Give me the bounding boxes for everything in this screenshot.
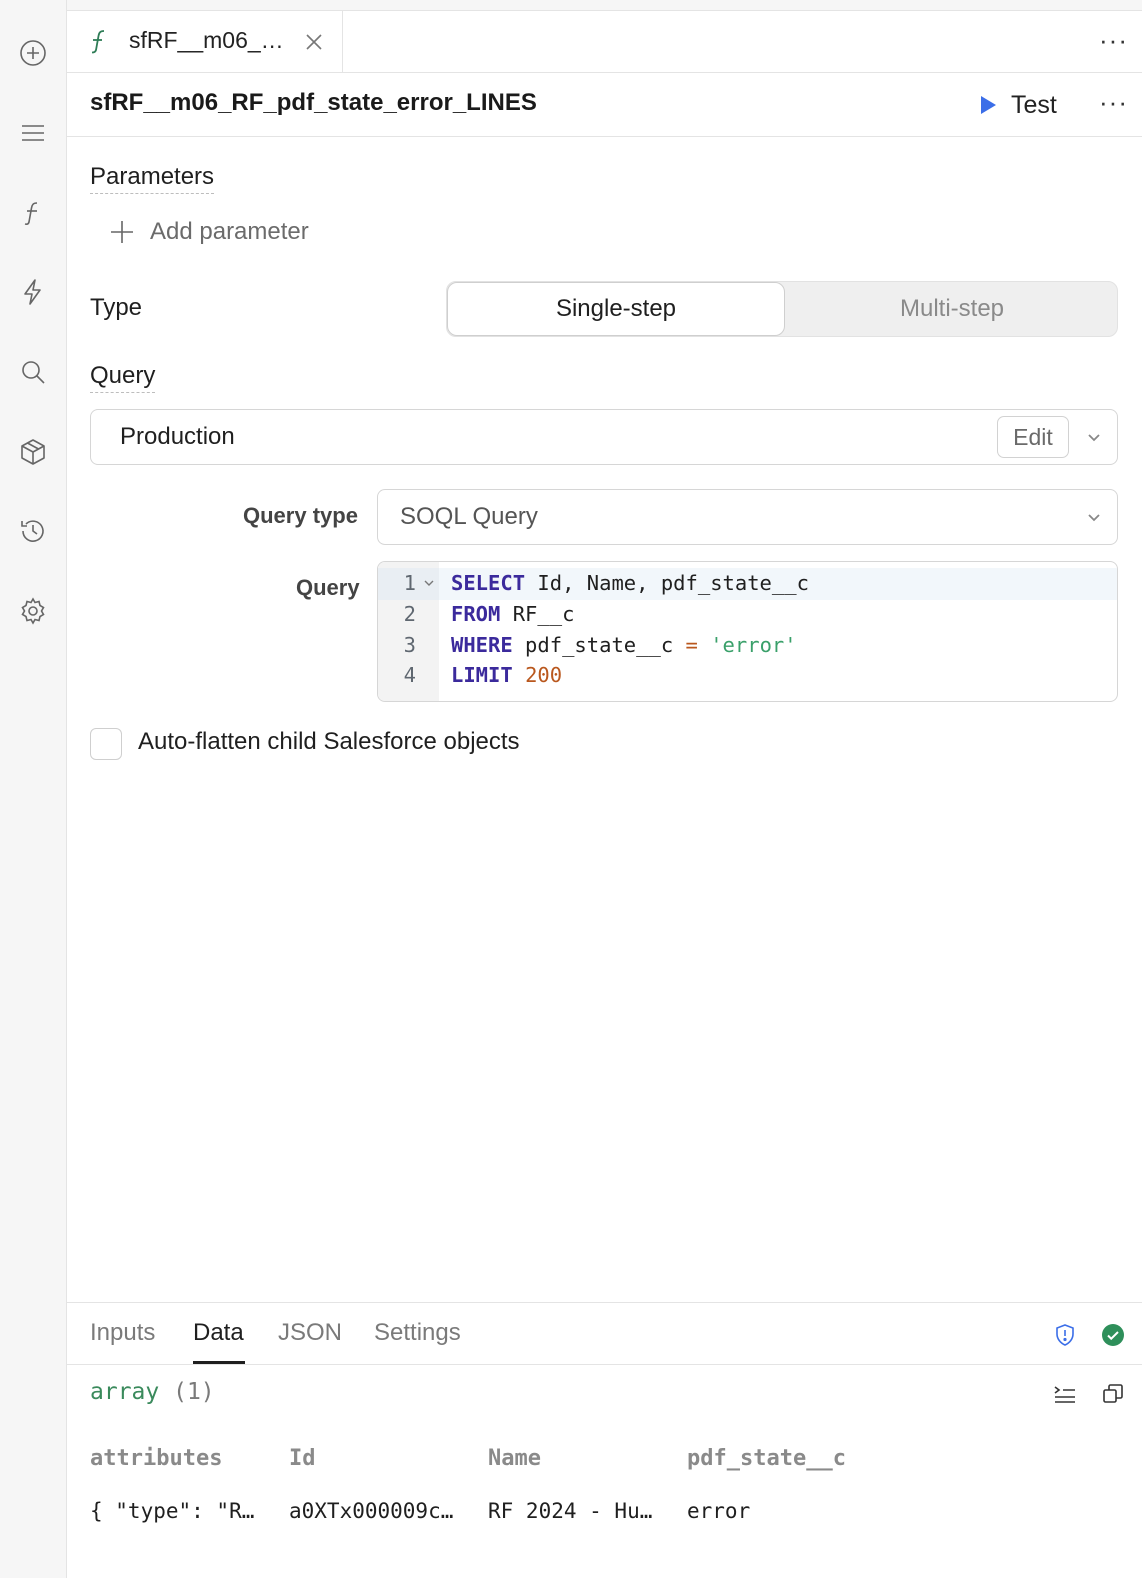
- table-cell: error: [687, 1499, 751, 1523]
- array-type: array: [90, 1379, 160, 1405]
- menu-icon[interactable]: [8, 108, 58, 158]
- query-editor-label: Query: [296, 575, 360, 600]
- edit-resource-button[interactable]: Edit: [997, 416, 1069, 458]
- page-title: sfRF__m06_RF_pdf_state_error_LINES: [90, 89, 537, 116]
- code-text: RF__c: [500, 602, 575, 626]
- code-text: Id, Name, pdf_state__c: [525, 571, 809, 595]
- code-line: LIMIT 200: [451, 663, 562, 687]
- parameters-label: Parameters: [90, 163, 215, 194]
- code-keyword: LIMIT: [451, 663, 513, 687]
- settings-icon[interactable]: [8, 586, 58, 636]
- code-number: 200: [525, 663, 563, 687]
- code-keyword: WHERE: [451, 633, 513, 657]
- type-option-multi-step[interactable]: Multi-step: [785, 282, 1119, 336]
- code-line: WHERE pdf_state__c = 'error': [451, 633, 797, 657]
- tab-inputs[interactable]: Inputs: [90, 1319, 155, 1347]
- code-line: FROM RF__c: [451, 602, 574, 626]
- close-icon[interactable]: [303, 31, 325, 53]
- shield-alert-icon[interactable]: [1053, 1323, 1077, 1347]
- query-type-select[interactable]: SOQL Query: [377, 489, 1118, 545]
- add-icon[interactable]: [8, 28, 58, 78]
- tab-label: sfRF__m06_…: [129, 27, 284, 53]
- code-text: pdf_state__c: [512, 633, 686, 657]
- query-editor[interactable]: 1 2 3 4 SELECT Id, Name, pdf_state__c FR…: [377, 561, 1118, 702]
- line-number: 2: [403, 602, 416, 626]
- query-label: Query: [90, 362, 156, 393]
- active-tab-underline: [193, 1361, 245, 1364]
- tab-json[interactable]: JSON: [278, 1319, 342, 1347]
- resource-name: Production: [120, 423, 235, 450]
- play-icon: [981, 96, 996, 114]
- header: sfRF__m06_RF_pdf_state_error_LINES Test …: [67, 73, 1142, 137]
- function-icon: [91, 30, 105, 54]
- expand-lines-icon[interactable]: [1052, 1381, 1078, 1407]
- column-header: attributes: [90, 1446, 223, 1471]
- column-header: Name: [488, 1446, 541, 1471]
- code-keyword: SELECT: [451, 571, 526, 595]
- chevron-down-icon[interactable]: [1084, 427, 1104, 447]
- results-panel: Inputs Data JSON Settings array (1) attr…: [67, 1302, 1142, 1578]
- code-string: 'error': [710, 633, 797, 657]
- window-top-strip: [67, 0, 1142, 11]
- more-icon[interactable]: ···: [1099, 87, 1128, 118]
- add-parameter-label: Add parameter: [150, 218, 309, 245]
- chevron-down-icon: [1088, 514, 1100, 522]
- line-number: 1: [403, 571, 416, 595]
- auto-flatten-checkbox[interactable]: [90, 728, 122, 760]
- success-check-icon: [1102, 1324, 1124, 1346]
- type-option-single-step[interactable]: Single-step: [447, 282, 785, 336]
- history-icon[interactable]: [8, 506, 58, 556]
- code-operator: =: [685, 633, 698, 657]
- fold-chevron-icon[interactable]: [423, 577, 435, 589]
- query-type-value: SOQL Query: [400, 503, 538, 530]
- tab-function[interactable]: sfRF__m06_…: [67, 11, 343, 73]
- code-keyword: FROM: [451, 602, 501, 626]
- function-icon[interactable]: [8, 188, 58, 238]
- column-header: Id: [289, 1446, 316, 1471]
- results-tabs: Inputs Data JSON Settings: [67, 1303, 1142, 1365]
- left-rail: [0, 0, 67, 1578]
- query-type-label: Query type: [243, 503, 358, 528]
- array-summary: array (1): [90, 1379, 215, 1405]
- line-number: 4: [403, 663, 416, 687]
- tab-data[interactable]: Data: [193, 1319, 244, 1347]
- tab-bar: sfRF__m06_… ···: [67, 11, 1142, 73]
- table-cell: RF 2024 - Hu…: [488, 1499, 653, 1523]
- package-icon[interactable]: [8, 427, 58, 477]
- test-label: Test: [1011, 90, 1057, 119]
- tab-settings[interactable]: Settings: [374, 1319, 461, 1347]
- table-cell: { "type": "R…: [90, 1499, 255, 1523]
- plus-icon: [111, 221, 133, 243]
- more-icon[interactable]: ···: [1099, 25, 1128, 56]
- line-number: 3: [403, 633, 416, 657]
- lightning-icon[interactable]: [8, 267, 58, 317]
- auto-flatten-label: Auto-flatten child Salesforce objects: [138, 728, 520, 755]
- resource-selector[interactable]: Production Edit: [90, 409, 1118, 465]
- array-count: (1): [173, 1379, 215, 1405]
- column-header: pdf_state__c: [687, 1446, 846, 1471]
- copy-icon[interactable]: [1100, 1381, 1126, 1407]
- type-segmented-control: Single-step Multi-step: [446, 281, 1118, 337]
- type-label: Type: [90, 294, 143, 321]
- table-cell: a0XTx000009c…: [289, 1499, 454, 1523]
- search-icon[interactable]: [8, 347, 58, 397]
- test-button[interactable]: Test: [977, 87, 1057, 123]
- code-line: SELECT Id, Name, pdf_state__c: [451, 571, 809, 595]
- add-parameter-button[interactable]: Add parameter: [108, 214, 309, 250]
